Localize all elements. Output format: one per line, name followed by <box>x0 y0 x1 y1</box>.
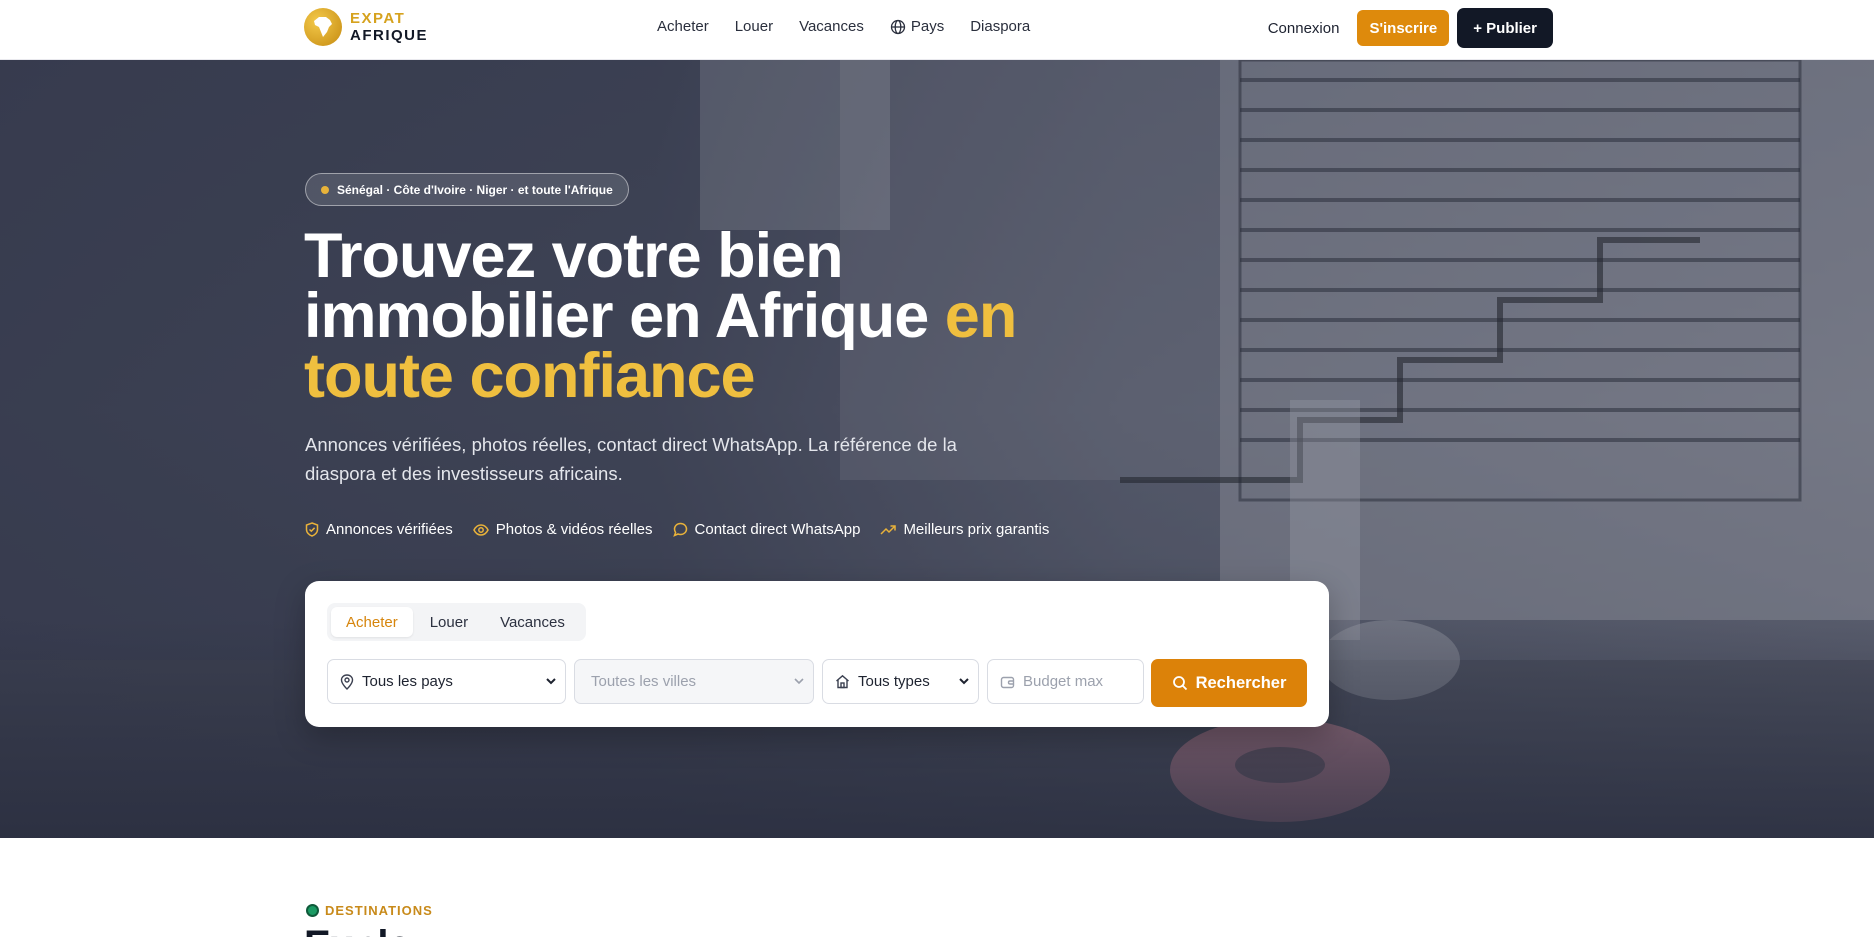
nav-pays-label: Pays <box>910 18 945 35</box>
city-select[interactable]: Toutes les villes <box>574 659 814 704</box>
signup-button[interactable]: S'inscrire <box>1357 10 1450 46</box>
logo[interactable]: EXPAT AFRIQUE <box>304 8 428 46</box>
feature-list: Annonces vérifiées Photos & vidéos réell… <box>305 521 1069 538</box>
budget-input[interactable]: Budget max <box>987 659 1144 704</box>
destinations-label: DESTINATIONS <box>306 903 433 918</box>
globe-dot-icon <box>306 904 319 917</box>
nav-pays[interactable]: Pays <box>890 18 944 35</box>
nav-diaspora[interactable]: Diaspora <box>970 18 1030 35</box>
type-select[interactable]: Tous types <box>822 659 979 704</box>
badge-text: Sénégal · Côte d'Ivoire · Niger · et tou… <box>337 182 613 197</box>
feature-prices: Meilleurs prix garantis <box>880 521 1049 538</box>
hero-subtitle: Annonces vérifiées, photos réelles, cont… <box>305 434 957 484</box>
publish-button[interactable]: + Publier <box>1457 8 1553 48</box>
logo-text-line2: AFRIQUE <box>350 27 428 44</box>
house-icon <box>835 674 850 689</box>
chevron-down-icon <box>794 678 804 685</box>
chevron-down-icon <box>546 678 556 685</box>
feature-prices-label: Meilleurs prix garantis <box>903 521 1050 538</box>
feature-verified-label: Annonces vérifiées <box>326 521 453 538</box>
shield-check-icon <box>305 522 319 537</box>
logo-text-line1: EXPAT <box>350 10 406 27</box>
country-select-value: Tous les pays <box>362 673 453 690</box>
nav-louer[interactable]: Louer <box>735 18 773 35</box>
tab-louer[interactable]: Louer <box>415 607 483 637</box>
search-button-label: Rechercher <box>1195 673 1287 692</box>
africa-logo-icon <box>304 8 342 46</box>
feature-whatsapp-label: Contact direct WhatsApp <box>694 521 861 538</box>
nav-acheter[interactable]: Acheter <box>657 18 709 35</box>
budget-input-placeholder: Budget max <box>1023 673 1104 690</box>
feature-whatsapp: Contact direct WhatsApp <box>672 521 861 538</box>
badge-dot-icon <box>321 185 329 194</box>
hero-section: Sénégal · Côte d'Ivoire · Niger · et tou… <box>0 60 1874 838</box>
feature-photos: Photos & vidéos réelles <box>472 521 653 538</box>
login-link[interactable]: Connexion <box>1268 20 1340 37</box>
destinations-label-text: DESTINATIONS <box>325 903 433 918</box>
feature-photos-label: Photos & vidéos réelles <box>495 521 653 538</box>
globe-icon <box>890 19 905 34</box>
countries-badge: Sénégal · Côte d'Ivoire · Niger · et tou… <box>305 173 629 206</box>
map-pin-icon <box>340 673 354 690</box>
type-select-value: Tous types <box>858 673 930 690</box>
chat-bubble-icon <box>672 522 687 537</box>
trending-up-icon <box>880 524 897 535</box>
destinations-heading: Exple <box>304 925 411 937</box>
headline-white: Trouvez votre bien immobilier en Afrique <box>304 221 929 351</box>
search-button[interactable]: Rechercher <box>1151 659 1307 707</box>
site-header: EXPAT AFRIQUE Acheter Louer Vacances Pay… <box>0 0 1874 60</box>
country-select[interactable]: Tous les pays <box>327 659 566 704</box>
eye-icon <box>472 523 489 536</box>
search-tabs: Acheter Louer Vacances <box>327 603 586 641</box>
feature-verified: Annonces vérifiées <box>305 521 453 538</box>
wallet-icon <box>1000 675 1015 689</box>
search-card: Acheter Louer Vacances Tous les pays Tou… <box>305 581 1329 727</box>
city-select-placeholder: Toutes les villes <box>591 673 697 690</box>
main-nav: Acheter Louer Vacances Pays Diaspora <box>657 18 1056 35</box>
chevron-down-icon <box>959 678 969 685</box>
tab-acheter[interactable]: Acheter <box>331 607 413 637</box>
nav-vacances[interactable]: Vacances <box>799 18 864 35</box>
auth-actions: Connexion S'inscrire + Publier <box>1268 8 1553 48</box>
search-icon <box>1172 676 1187 691</box>
hero-headline: Trouvez votre bien immobilier en Afrique… <box>304 225 1124 408</box>
tab-vacances[interactable]: Vacances <box>485 607 580 637</box>
